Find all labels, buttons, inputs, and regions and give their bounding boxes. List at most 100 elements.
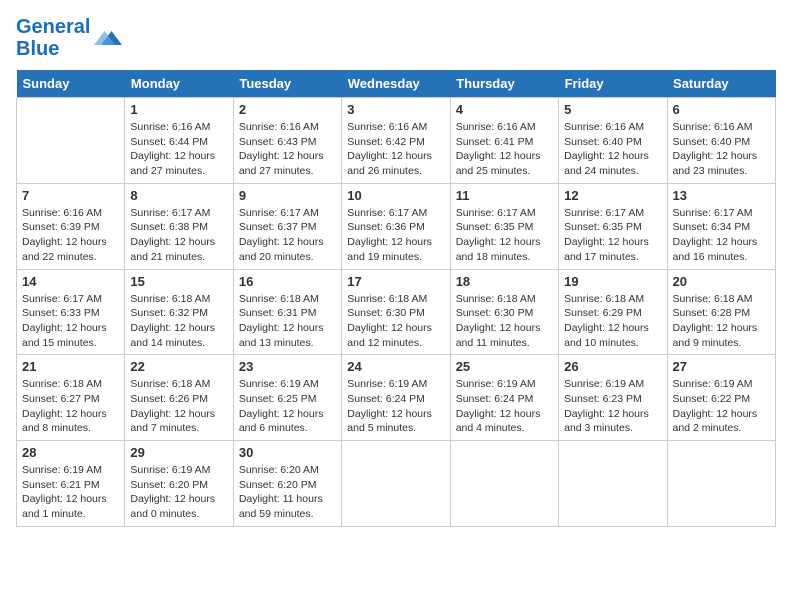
day-info: Sunrise: 6:17 AM Sunset: 6:35 PM Dayligh… bbox=[564, 206, 661, 265]
calendar-cell: 7 Sunrise: 6:16 AM Sunset: 6:39 PM Daylig… bbox=[17, 183, 125, 269]
day-info: Sunrise: 6:16 AM Sunset: 6:43 PM Dayligh… bbox=[239, 120, 336, 179]
calendar-cell: 16 Sunrise: 6:18 AM Sunset: 6:31 PM Dayli… bbox=[233, 269, 341, 355]
day-info: Sunrise: 6:18 AM Sunset: 6:27 PM Dayligh… bbox=[22, 377, 119, 436]
calendar-cell: 25 Sunrise: 6:19 AM Sunset: 6:24 PM Dayli… bbox=[450, 355, 558, 441]
calendar-cell: 22 Sunrise: 6:18 AM Sunset: 6:26 PM Dayli… bbox=[125, 355, 233, 441]
day-number: 10 bbox=[347, 188, 444, 203]
calendar-cell bbox=[667, 441, 775, 527]
calendar-cell: 21 Sunrise: 6:18 AM Sunset: 6:27 PM Dayli… bbox=[17, 355, 125, 441]
day-number: 21 bbox=[22, 359, 119, 374]
day-number: 18 bbox=[456, 274, 553, 289]
header-cell-friday: Friday bbox=[559, 70, 667, 98]
day-number: 23 bbox=[239, 359, 336, 374]
day-number: 19 bbox=[564, 274, 661, 289]
day-number: 28 bbox=[22, 445, 119, 460]
day-number: 4 bbox=[456, 102, 553, 117]
day-info: Sunrise: 6:17 AM Sunset: 6:35 PM Dayligh… bbox=[456, 206, 553, 265]
week-row-2: 7 Sunrise: 6:16 AM Sunset: 6:39 PM Daylig… bbox=[17, 183, 776, 269]
week-row-5: 28 Sunrise: 6:19 AM Sunset: 6:21 PM Dayli… bbox=[17, 441, 776, 527]
calendar-cell: 19 Sunrise: 6:18 AM Sunset: 6:29 PM Dayli… bbox=[559, 269, 667, 355]
day-info: Sunrise: 6:18 AM Sunset: 6:28 PM Dayligh… bbox=[673, 292, 770, 351]
day-number: 24 bbox=[347, 359, 444, 374]
day-info: Sunrise: 6:18 AM Sunset: 6:30 PM Dayligh… bbox=[456, 292, 553, 351]
calendar-cell: 1 Sunrise: 6:16 AM Sunset: 6:44 PM Daylig… bbox=[125, 98, 233, 184]
calendar-cell: 15Sunrise: 6:18 AM Sunset: 6:32 PM Dayli… bbox=[125, 269, 233, 355]
day-info: Sunrise: 6:18 AM Sunset: 6:30 PM Dayligh… bbox=[347, 292, 444, 351]
calendar-cell: 6Sunrise: 6:16 AM Sunset: 6:40 PM Daylig… bbox=[667, 98, 775, 184]
week-row-3: 14Sunrise: 6:17 AM Sunset: 6:33 PM Dayli… bbox=[17, 269, 776, 355]
day-number: 17 bbox=[347, 274, 444, 289]
header-cell-sunday: Sunday bbox=[17, 70, 125, 98]
day-info: Sunrise: 6:19 AM Sunset: 6:25 PM Dayligh… bbox=[239, 377, 336, 436]
day-info: Sunrise: 6:16 AM Sunset: 6:41 PM Dayligh… bbox=[456, 120, 553, 179]
day-info: Sunrise: 6:18 AM Sunset: 6:26 PM Dayligh… bbox=[130, 377, 227, 436]
day-info: Sunrise: 6:16 AM Sunset: 6:39 PM Dayligh… bbox=[22, 206, 119, 265]
day-info: Sunrise: 6:16 AM Sunset: 6:44 PM Dayligh… bbox=[130, 120, 227, 179]
day-info: Sunrise: 6:18 AM Sunset: 6:29 PM Dayligh… bbox=[564, 292, 661, 351]
day-number: 2 bbox=[239, 102, 336, 117]
calendar-cell: 20 Sunrise: 6:18 AM Sunset: 6:28 PM Dayli… bbox=[667, 269, 775, 355]
day-info: Sunrise: 6:18 AM Sunset: 6:32 PM Dayligh… bbox=[130, 292, 227, 351]
calendar-cell: 26 Sunrise: 6:19 AM Sunset: 6:23 PM Dayli… bbox=[559, 355, 667, 441]
day-number: 3 bbox=[347, 102, 444, 117]
week-row-4: 21 Sunrise: 6:18 AM Sunset: 6:27 PM Dayli… bbox=[17, 355, 776, 441]
calendar-cell: 10 Sunrise: 6:17 AM Sunset: 6:36 PM Dayli… bbox=[342, 183, 450, 269]
day-info: Sunrise: 6:20 AM Sunset: 6:20 PM Dayligh… bbox=[239, 463, 336, 522]
day-info: Sunrise: 6:19 AM Sunset: 6:21 PM Dayligh… bbox=[22, 463, 119, 522]
day-number: 22 bbox=[130, 359, 227, 374]
day-info: Sunrise: 6:17 AM Sunset: 6:33 PM Dayligh… bbox=[22, 292, 119, 351]
calendar-cell bbox=[342, 441, 450, 527]
calendar-cell bbox=[450, 441, 558, 527]
logo-text: GeneralBlue bbox=[16, 16, 90, 60]
calendar-table: SundayMondayTuesdayWednesdayThursdayFrid… bbox=[16, 70, 776, 527]
day-number: 7 bbox=[22, 188, 119, 203]
day-number: 1 bbox=[130, 102, 227, 117]
day-info: Sunrise: 6:19 AM Sunset: 6:22 PM Dayligh… bbox=[673, 377, 770, 436]
day-number: 30 bbox=[239, 445, 336, 460]
header-row: SundayMondayTuesdayWednesdayThursdayFrid… bbox=[17, 70, 776, 98]
calendar-cell: 3 Sunrise: 6:16 AM Sunset: 6:42 PM Daylig… bbox=[342, 98, 450, 184]
calendar-cell: 24Sunrise: 6:19 AM Sunset: 6:24 PM Dayli… bbox=[342, 355, 450, 441]
calendar-cell: 4 Sunrise: 6:16 AM Sunset: 6:41 PM Daylig… bbox=[450, 98, 558, 184]
day-number: 12 bbox=[564, 188, 661, 203]
header-cell-thursday: Thursday bbox=[450, 70, 558, 98]
week-row-1: 1 Sunrise: 6:16 AM Sunset: 6:44 PM Daylig… bbox=[17, 98, 776, 184]
day-number: 6 bbox=[673, 102, 770, 117]
calendar-cell: 29 Sunrise: 6:19 AM Sunset: 6:20 PM Dayli… bbox=[125, 441, 233, 527]
day-number: 11 bbox=[456, 188, 553, 203]
day-number: 8 bbox=[130, 188, 227, 203]
day-number: 26 bbox=[564, 359, 661, 374]
day-number: 16 bbox=[239, 274, 336, 289]
calendar-cell: 5Sunrise: 6:16 AM Sunset: 6:40 PM Daylig… bbox=[559, 98, 667, 184]
day-number: 20 bbox=[673, 274, 770, 289]
logo-icon bbox=[94, 24, 122, 52]
header-cell-wednesday: Wednesday bbox=[342, 70, 450, 98]
day-info: Sunrise: 6:18 AM Sunset: 6:31 PM Dayligh… bbox=[239, 292, 336, 351]
day-number: 5 bbox=[564, 102, 661, 117]
calendar-cell: 28 Sunrise: 6:19 AM Sunset: 6:21 PM Dayli… bbox=[17, 441, 125, 527]
calendar-cell: 18 Sunrise: 6:18 AM Sunset: 6:30 PM Dayli… bbox=[450, 269, 558, 355]
calendar-cell: 12 Sunrise: 6:17 AM Sunset: 6:35 PM Dayli… bbox=[559, 183, 667, 269]
calendar-cell: 27Sunrise: 6:19 AM Sunset: 6:22 PM Dayli… bbox=[667, 355, 775, 441]
header-cell-tuesday: Tuesday bbox=[233, 70, 341, 98]
page-header: GeneralBlue bbox=[16, 16, 776, 60]
calendar-cell: 13 Sunrise: 6:17 AM Sunset: 6:34 PM Dayli… bbox=[667, 183, 775, 269]
calendar-cell bbox=[17, 98, 125, 184]
day-info: Sunrise: 6:17 AM Sunset: 6:36 PM Dayligh… bbox=[347, 206, 444, 265]
calendar-cell: 9Sunrise: 6:17 AM Sunset: 6:37 PM Daylig… bbox=[233, 183, 341, 269]
day-info: Sunrise: 6:19 AM Sunset: 6:24 PM Dayligh… bbox=[456, 377, 553, 436]
day-info: Sunrise: 6:19 AM Sunset: 6:23 PM Dayligh… bbox=[564, 377, 661, 436]
day-info: Sunrise: 6:19 AM Sunset: 6:20 PM Dayligh… bbox=[130, 463, 227, 522]
calendar-cell: 2 Sunrise: 6:16 AM Sunset: 6:43 PM Daylig… bbox=[233, 98, 341, 184]
day-number: 29 bbox=[130, 445, 227, 460]
calendar-cell: 30 Sunrise: 6:20 AM Sunset: 6:20 PM Dayli… bbox=[233, 441, 341, 527]
logo: GeneralBlue bbox=[16, 16, 122, 60]
day-number: 25 bbox=[456, 359, 553, 374]
calendar-cell: 11 Sunrise: 6:17 AM Sunset: 6:35 PM Dayli… bbox=[450, 183, 558, 269]
day-info: Sunrise: 6:17 AM Sunset: 6:34 PM Dayligh… bbox=[673, 206, 770, 265]
calendar-cell: 23 Sunrise: 6:19 AM Sunset: 6:25 PM Dayli… bbox=[233, 355, 341, 441]
day-info: Sunrise: 6:16 AM Sunset: 6:42 PM Dayligh… bbox=[347, 120, 444, 179]
calendar-cell: 17 Sunrise: 6:18 AM Sunset: 6:30 PM Dayli… bbox=[342, 269, 450, 355]
day-number: 13 bbox=[673, 188, 770, 203]
day-number: 9 bbox=[239, 188, 336, 203]
